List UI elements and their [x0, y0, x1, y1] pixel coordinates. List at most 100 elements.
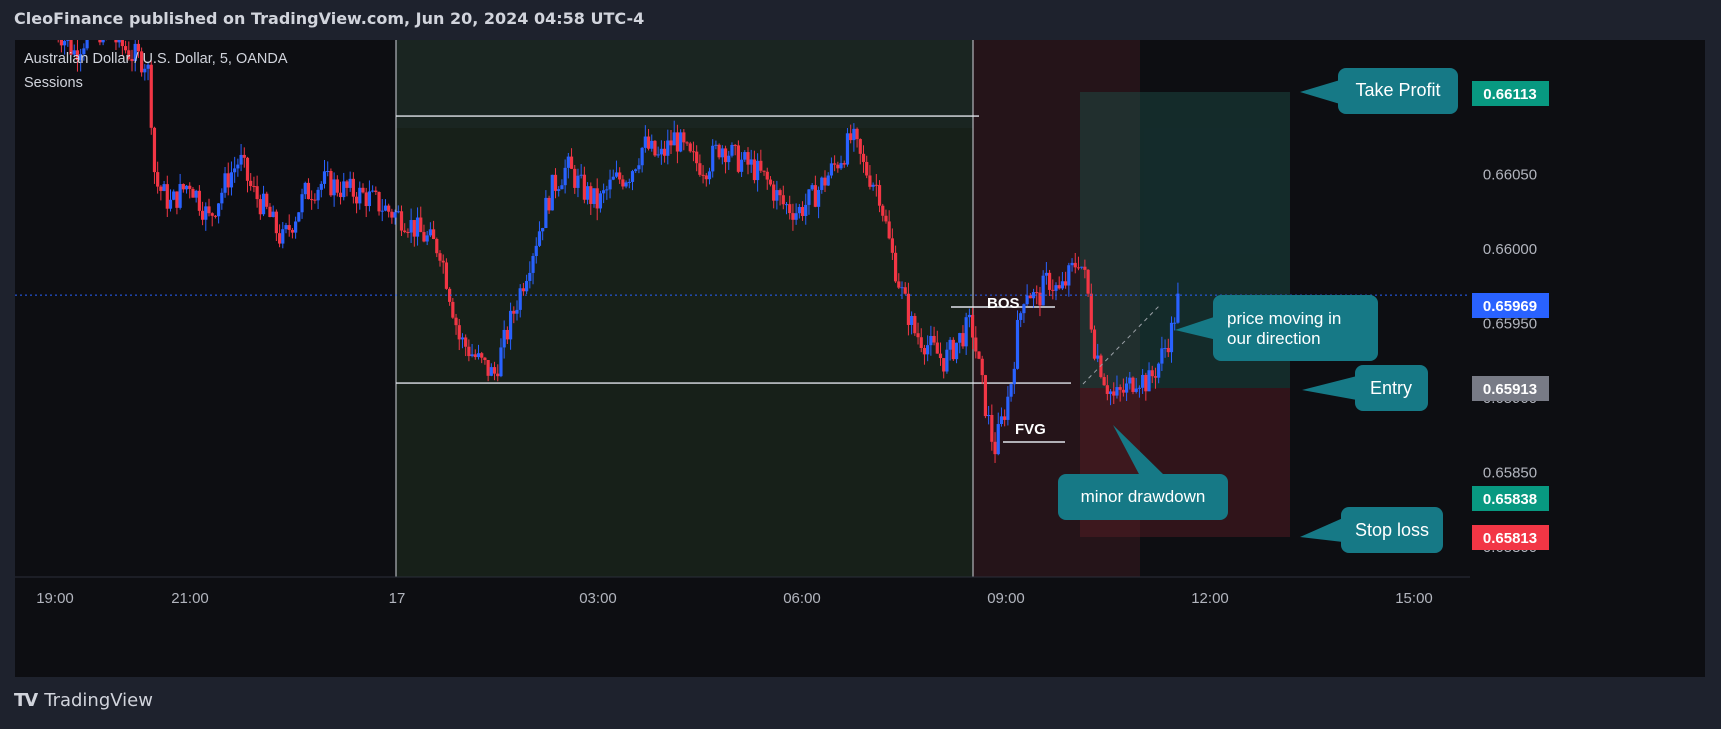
candle-body: [970, 314, 975, 338]
candle-body: [611, 176, 615, 180]
candle-body: [813, 185, 817, 207]
candle-body: [807, 189, 811, 205]
candle-body: [544, 197, 548, 229]
candle-body: [890, 238, 894, 253]
candle-body: [512, 310, 516, 314]
candle-body: [525, 280, 529, 292]
footer-brand[interactable]: TradingView: [44, 690, 153, 711]
candle-body: [682, 132, 686, 143]
candle-body: [993, 441, 997, 455]
candle-body: [624, 182, 628, 187]
candle-body: [1134, 388, 1138, 392]
candle-body: [958, 333, 962, 343]
candle-body: [287, 225, 291, 230]
time-tick-label: 19:00: [36, 590, 74, 607]
time-tick-label: 15:00: [1395, 590, 1433, 607]
callout-take-profit[interactable]: Take Profit: [1300, 68, 1458, 114]
candle-body: [1096, 355, 1100, 359]
chart-svg[interactable]: BOS FVG Take Profit Entry Stop loss mino…: [15, 40, 1705, 677]
candle-body: [249, 180, 253, 187]
candle-body: [977, 351, 981, 359]
candle-body: [409, 220, 413, 233]
candle-body: [897, 281, 901, 288]
candle-body: [1173, 322, 1177, 324]
footer: TV TradingView: [14, 690, 153, 711]
candle-body: [916, 333, 920, 338]
candle-body: [1147, 370, 1151, 392]
candle-body: [1076, 267, 1081, 269]
candle-body: [261, 193, 266, 215]
candle-body: [496, 373, 500, 377]
candle-body: [294, 221, 298, 233]
candle-body: [573, 168, 577, 188]
candle-body: [765, 171, 769, 180]
candle-body: [406, 232, 410, 234]
candle-body: [1102, 377, 1106, 386]
candle-body: [435, 238, 439, 254]
candle-body: [303, 182, 307, 195]
candle-body: [245, 157, 250, 181]
candle-body: [377, 191, 381, 212]
candle-body: [505, 329, 509, 340]
candle-body: [650, 140, 654, 149]
candle-body: [470, 354, 474, 357]
callout-entry[interactable]: Entry: [1302, 365, 1428, 411]
candle-body: [1067, 265, 1071, 286]
callout-take-profit-text: Take Profit: [1355, 80, 1440, 100]
candle-body: [634, 169, 638, 172]
candle-body: [804, 204, 808, 216]
candle-body: [775, 190, 779, 201]
candle-body: [868, 175, 872, 187]
candle-body: [794, 213, 798, 220]
candle-body: [66, 40, 70, 41]
candle-body: [845, 133, 850, 165]
candle-body: [659, 148, 663, 155]
candle-body: [415, 217, 420, 237]
candle-body: [826, 175, 830, 186]
candle-body: [913, 315, 917, 334]
candle-body: [486, 360, 490, 376]
candle-body: [1060, 281, 1065, 289]
candle-body: [1169, 322, 1174, 353]
badge-current-price: 0.65969: [1472, 293, 1549, 318]
candle-body: [550, 174, 554, 211]
candle-body: [903, 287, 907, 294]
candle-body: [906, 293, 911, 325]
candle-body: [159, 186, 163, 191]
callout-minor-drawdown-text: minor drawdown: [1081, 487, 1206, 506]
candle-body: [242, 154, 246, 158]
callout-stop-loss[interactable]: Stop loss: [1300, 507, 1443, 553]
candle-body: [839, 163, 843, 169]
candle-body: [1121, 389, 1125, 393]
candle-body: [666, 140, 670, 156]
candle-body: [515, 309, 519, 314]
candle-body: [752, 159, 757, 181]
time-axis[interactable]: 19:00 21:00 17 03:00 06:00 09:00 12:00 15:00: [36, 590, 1433, 607]
candle-body: [342, 181, 346, 198]
candle-body: [1112, 391, 1116, 396]
candle-body: [178, 184, 182, 208]
symbol-title[interactable]: Australian Dollar / U.S. Dollar, 5, OAND…: [24, 51, 288, 67]
candle-body: [367, 191, 372, 207]
candle-body: [643, 136, 647, 148]
candle-body: [662, 148, 667, 156]
candle-body: [759, 160, 763, 171]
candle-body: [707, 171, 712, 180]
candle-body: [175, 191, 179, 208]
candle-body: [669, 140, 673, 146]
candle-body: [560, 185, 564, 190]
indicator-label[interactable]: Sessions: [24, 75, 83, 91]
candle-body: [621, 179, 625, 187]
candle-body: [123, 46, 128, 51]
candle-body: [476, 353, 481, 358]
candle-body: [457, 325, 461, 340]
candle-body: [252, 186, 256, 188]
candle-body: [788, 204, 792, 214]
candle-body: [842, 163, 846, 165]
chart-frame[interactable]: BOS FVG Take Profit Entry Stop loss mino…: [15, 40, 1705, 677]
candle-body: [974, 337, 978, 352]
candle-body: [210, 213, 214, 216]
price-tick-label: 0.65850: [1483, 465, 1537, 482]
candle-body: [502, 329, 506, 348]
tradingview-logo-icon[interactable]: TV: [14, 690, 38, 711]
